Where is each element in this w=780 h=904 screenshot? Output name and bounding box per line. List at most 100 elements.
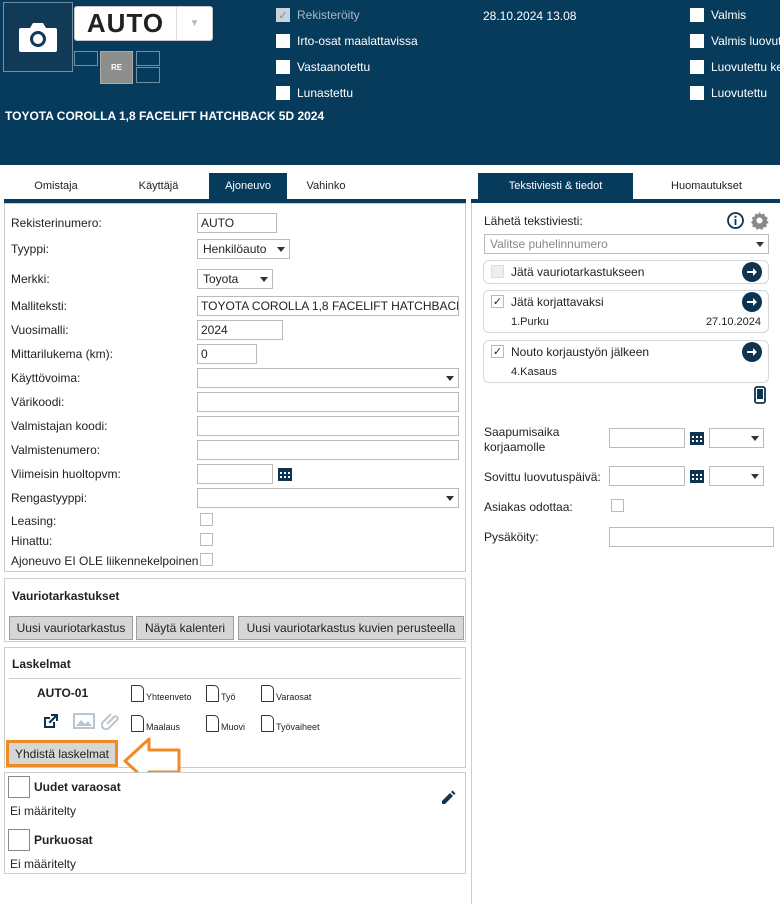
varikoodi-input[interactable] xyxy=(197,392,459,412)
chevron-down-icon xyxy=(277,247,285,252)
checkbox[interactable] xyxy=(276,34,290,48)
valmistajan-koodi-input[interactable] xyxy=(197,416,459,436)
tab-vahinko[interactable]: Vahinko xyxy=(287,173,365,199)
sovittu-time-select[interactable] xyxy=(709,466,764,486)
phone-select[interactable]: Valitse puhelinnumero xyxy=(484,234,769,254)
vauriotarkastukset-panel: Vauriotarkastukset Uusi vauriotarkastus … xyxy=(4,578,466,642)
label-rengastyyppi: Rengastyyppi: xyxy=(11,491,88,505)
mittarilukema-input[interactable]: 0 xyxy=(197,344,257,364)
checkbox[interactable] xyxy=(690,60,704,74)
new-parts-checkbox[interactable] xyxy=(8,776,30,798)
vehicle-form-panel: Rekisterinumero: AUTO Tyyppi: Henkilöaut… xyxy=(4,203,466,572)
send-arrow-icon[interactable] xyxy=(742,292,762,312)
sms-item[interactable]: ✓ Nouto korjaustyön jälkeen 4.Kasaus xyxy=(483,340,769,383)
camera-button[interactable] xyxy=(3,2,73,72)
doc-label: Työvaiheet xyxy=(276,722,320,732)
rekisterinumero-input[interactable]: AUTO xyxy=(197,213,277,233)
document-icon xyxy=(206,685,219,702)
sms-item-text: Jätä korjattavaksi xyxy=(511,295,604,309)
pysakoity-label: Pysäköity: xyxy=(484,530,539,544)
right-tabbar: Tekstiviesti & tiedot Huomautukset xyxy=(471,173,780,203)
rengastyyppi-select[interactable] xyxy=(197,488,459,508)
pysakoity-input[interactable] xyxy=(609,527,774,547)
tab-kayttaja[interactable]: Käyttäjä xyxy=(108,173,209,199)
tab-ajoneuvo[interactable]: Ajoneuvo xyxy=(209,173,287,199)
check-vastaanotettu[interactable]: Vastaanotettu xyxy=(276,60,370,74)
photo-thumb-slot[interactable] xyxy=(136,51,160,66)
check-rekisteroity[interactable]: ✓ Rekisteröity xyxy=(276,8,360,22)
gear-icon[interactable] xyxy=(750,211,769,230)
vuosimalli-input[interactable]: 2024 xyxy=(197,320,283,340)
document-icon xyxy=(131,685,144,702)
tab-tekstiviesti[interactable]: Tekstiviesti & tiedot xyxy=(478,173,633,199)
new-inspection-button[interactable]: Uusi vauriotarkastus xyxy=(9,616,133,640)
send-arrow-icon[interactable] xyxy=(742,342,762,362)
sms-item-checkbox[interactable] xyxy=(491,265,504,278)
saapumisaika-date-input[interactable] xyxy=(609,428,685,448)
huoltopvm-input[interactable] xyxy=(197,464,273,484)
calendar-icon[interactable] xyxy=(277,466,293,482)
calendar-icon[interactable] xyxy=(689,430,705,446)
checkbox[interactable] xyxy=(690,86,704,100)
chevron-down-icon xyxy=(751,436,759,441)
paperclip-icon[interactable] xyxy=(101,710,121,730)
sovittu-date-input[interactable] xyxy=(609,466,685,486)
doc-muovi[interactable]: Muovi xyxy=(206,715,245,732)
doc-tyo[interactable]: Työ xyxy=(206,685,236,702)
merkki-select[interactable]: Toyota xyxy=(197,269,273,289)
doc-yhteenveto[interactable]: Yhteenveto xyxy=(131,685,192,702)
checkbox[interactable] xyxy=(690,8,704,22)
check-irto-osat[interactable]: Irto-osat maalattavissa xyxy=(276,34,418,48)
mobile-phone-icon[interactable] xyxy=(754,386,766,404)
sms-item-stage: 1.Purku xyxy=(511,316,549,328)
asiakas-odottaa-checkbox[interactable] xyxy=(611,499,624,512)
chevron-down-icon[interactable]: ▼ xyxy=(176,7,212,40)
sms-item-checkbox[interactable]: ✓ xyxy=(491,345,504,358)
kayttovoima-select[interactable] xyxy=(197,368,459,388)
label-valmistenumero: Valmistenumero: xyxy=(11,443,101,457)
checkbox[interactable] xyxy=(276,86,290,100)
purkuosat-checkbox[interactable] xyxy=(8,829,30,851)
checkbox[interactable] xyxy=(690,34,704,48)
laskelmat-panel: Laskelmat AUTO-01 Yhteenveto Työ Varaosa… xyxy=(4,647,466,785)
camera-icon xyxy=(16,19,60,55)
pencil-icon[interactable] xyxy=(440,790,456,806)
malliteksti-input[interactable]: TOYOTA COROLLA 1,8 FACELIFT HATCHBACK 5D xyxy=(197,296,459,316)
valmistenumero-input[interactable] xyxy=(197,440,459,460)
photo-thumb-slot[interactable] xyxy=(74,51,98,66)
new-inspection-from-photos-button[interactable]: Uusi vauriotarkastus kuvien perusteella xyxy=(238,616,464,640)
show-calendar-button[interactable]: Näytä kalenteri xyxy=(136,616,234,640)
hinattu-checkbox[interactable] xyxy=(200,533,213,546)
check-luovutettu-ke[interactable]: Luovutettu ke xyxy=(690,60,780,74)
doc-label: Työ xyxy=(221,692,236,702)
check-valmis-luovutettavaksi[interactable]: Valmis luovutettavaksi xyxy=(690,34,780,48)
info-icon[interactable] xyxy=(727,212,744,229)
photo-thumb-slot[interactable] xyxy=(136,67,160,83)
tab-omistaja[interactable]: Omistaja xyxy=(4,173,108,199)
chevron-down-icon xyxy=(260,277,268,282)
combine-calculations-button[interactable]: Yhdistä laskelmat xyxy=(6,740,118,767)
sms-item[interactable]: ✓ Jätä korjattavaksi 1.Purku 27.10.2024 xyxy=(483,290,769,333)
checkbox[interactable]: ✓ xyxy=(276,8,290,22)
leasing-checkbox[interactable] xyxy=(200,513,213,526)
sms-item-checkbox[interactable]: ✓ xyxy=(491,295,504,308)
send-arrow-icon[interactable] xyxy=(742,262,762,282)
image-icon[interactable] xyxy=(73,713,95,729)
check-valmis[interactable]: Valmis xyxy=(690,8,780,22)
doc-varaosat[interactable]: Varaosat xyxy=(261,685,311,702)
tyyppi-select[interactable]: Henkilöauto xyxy=(197,239,290,259)
calendar-icon[interactable] xyxy=(689,468,705,484)
re-badge[interactable]: RE xyxy=(100,51,133,84)
doc-tyovaiheet[interactable]: Työvaiheet xyxy=(261,715,320,732)
plate-selector[interactable]: AUTO ▼ xyxy=(74,6,213,41)
check-luovutettu[interactable]: Luovutettu xyxy=(690,86,780,100)
check-lunastettu[interactable]: Lunastettu xyxy=(276,86,353,100)
saapumisaika-time-select[interactable] xyxy=(709,428,764,448)
checkbox[interactable] xyxy=(276,60,290,74)
sms-item[interactable]: Jätä vauriotarkastukseen xyxy=(483,260,769,284)
external-link-icon[interactable] xyxy=(42,712,60,730)
tab-huomautukset[interactable]: Huomautukset xyxy=(633,173,780,199)
row-mittarilukema: Mittarilukema (km): 0 xyxy=(5,344,465,364)
ei-liikennekelpoinen-checkbox[interactable] xyxy=(200,553,213,566)
doc-maalaus[interactable]: Maalaus xyxy=(131,715,180,732)
